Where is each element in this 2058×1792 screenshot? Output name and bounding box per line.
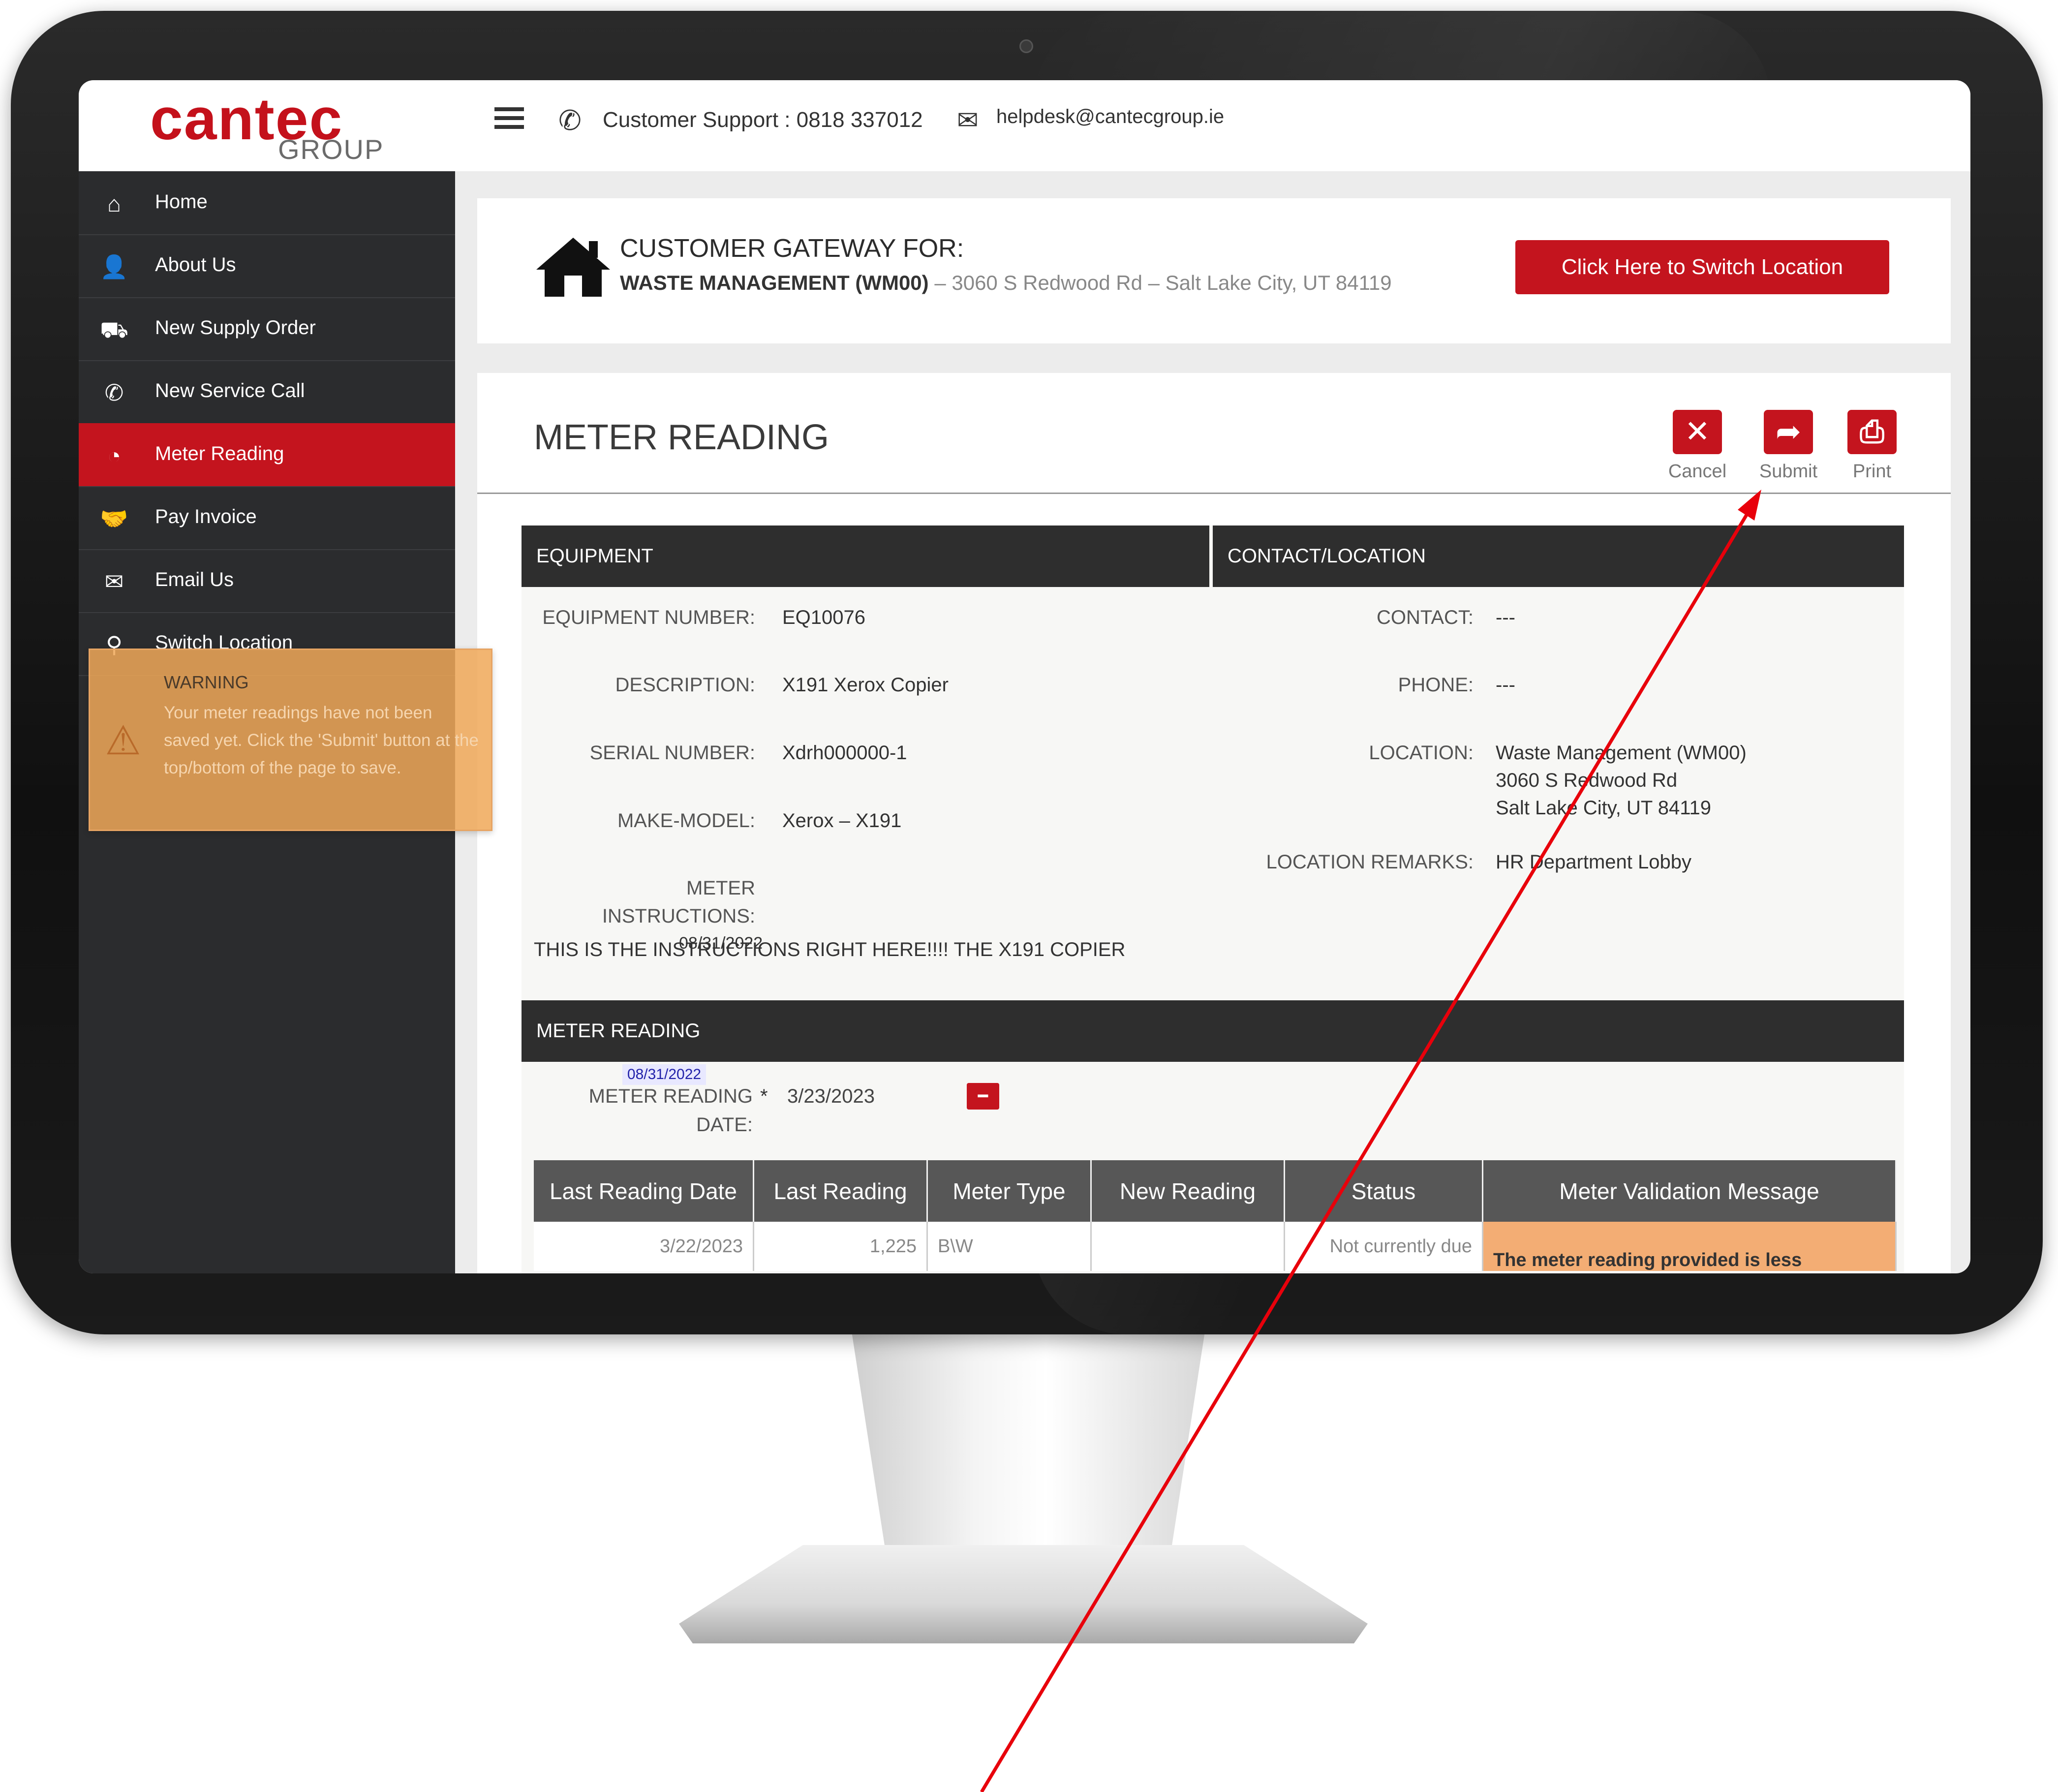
annotation-arrow (980, 490, 1761, 1792)
annotation-arrow-line (980, 510, 1751, 1792)
annotation-arrow-head (1738, 490, 1761, 521)
